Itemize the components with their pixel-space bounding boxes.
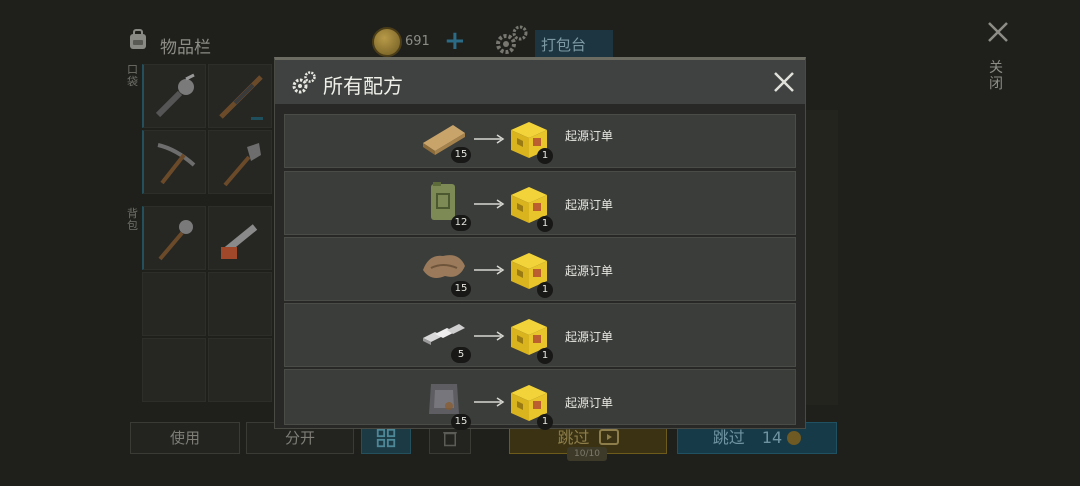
gears-icon	[292, 71, 316, 94]
video-play-icon	[598, 429, 619, 445]
slot-jackhammer[interactable]	[142, 64, 206, 128]
rifle-icon	[219, 75, 263, 120]
ingredient-count: 12	[451, 215, 471, 231]
output-name: 起源订单	[565, 129, 614, 143]
ingredient-count: 15	[451, 147, 471, 163]
gears-icon	[496, 25, 528, 54]
close-icon[interactable]	[986, 20, 1010, 44]
inventory-title: 物品栏	[160, 38, 211, 58]
grid-icon	[376, 428, 396, 448]
ingredient-count: 5	[451, 347, 471, 363]
close-label[interactable]: 关闭	[989, 60, 1005, 92]
slot-empty[interactable]	[208, 338, 272, 402]
backpack-icon	[130, 29, 146, 49]
arrow-right-icon	[474, 265, 505, 275]
arrow-right-icon	[474, 331, 505, 341]
output-name: 起源订单	[565, 396, 614, 410]
slot-empty[interactable]	[208, 272, 272, 336]
trash-icon	[443, 432, 457, 447]
output-count: 1	[537, 148, 553, 164]
slot-chainsaw[interactable]	[208, 206, 272, 270]
pack-bench-tab[interactable]: 打包台	[535, 30, 613, 58]
all-recipes-dialog: 所有配方 15 1 起源订单 12 1 起源订单 15 1 起源订单 5 1 起…	[274, 57, 806, 430]
container-panel-edge	[805, 110, 838, 405]
dialog-title: 所有配方	[323, 74, 403, 98]
slot-empty[interactable]	[142, 272, 206, 336]
skip2-label: 跳过	[712, 428, 745, 447]
skip-counter: 10/10	[567, 447, 607, 461]
arrow-right-icon	[474, 397, 505, 407]
recipe-row[interactable]: 15 1 起源订单	[284, 237, 796, 301]
chainsaw-icon	[220, 224, 258, 259]
ingredient-count: 15	[451, 414, 471, 430]
close-icon[interactable]	[772, 70, 796, 94]
coin-icon	[787, 431, 802, 445]
skip2-cost: 14	[761, 428, 783, 447]
coin-count: 691	[405, 34, 430, 49]
output-count: 1	[537, 348, 553, 364]
arrow-right-icon	[474, 134, 505, 144]
slot-pickaxe[interactable]	[142, 130, 206, 194]
arrow-right-icon	[474, 199, 505, 209]
output-name: 起源订单	[565, 264, 614, 278]
hands-label: 口袋	[127, 63, 138, 88]
skip-label: 跳过	[557, 428, 590, 447]
output-count: 1	[537, 414, 553, 430]
dialog-header: 所有配方	[275, 60, 805, 104]
output-count: 1	[537, 282, 553, 298]
add-coins-button[interactable]: +	[444, 26, 466, 56]
recipe-row[interactable]: 12 1 起源订单	[284, 171, 796, 235]
output-count: 1	[537, 216, 553, 232]
mace-icon	[158, 220, 193, 261]
slot-mace[interactable]	[142, 206, 206, 270]
output-name: 起源订单	[565, 198, 614, 212]
shovel-icon	[223, 143, 261, 187]
recipe-row[interactable]: 15 1 起源订单	[284, 369, 796, 430]
slot-empty[interactable]	[142, 338, 206, 402]
output-name: 起源订单	[565, 330, 614, 344]
coin-icon	[372, 27, 402, 57]
slot-shovel[interactable]	[208, 130, 272, 194]
jackhammer-icon	[155, 73, 195, 118]
recipe-row[interactable]: 15 1 起源订单	[284, 114, 796, 168]
backpack-label: 背包	[127, 207, 138, 232]
slot-rifle[interactable]	[208, 64, 272, 128]
recipe-row[interactable]: 5 1 起源订单	[284, 303, 796, 367]
ingredient-count: 15	[451, 281, 471, 297]
use-button[interactable]: 使用	[130, 422, 240, 454]
pickaxe-icon	[157, 143, 196, 185]
